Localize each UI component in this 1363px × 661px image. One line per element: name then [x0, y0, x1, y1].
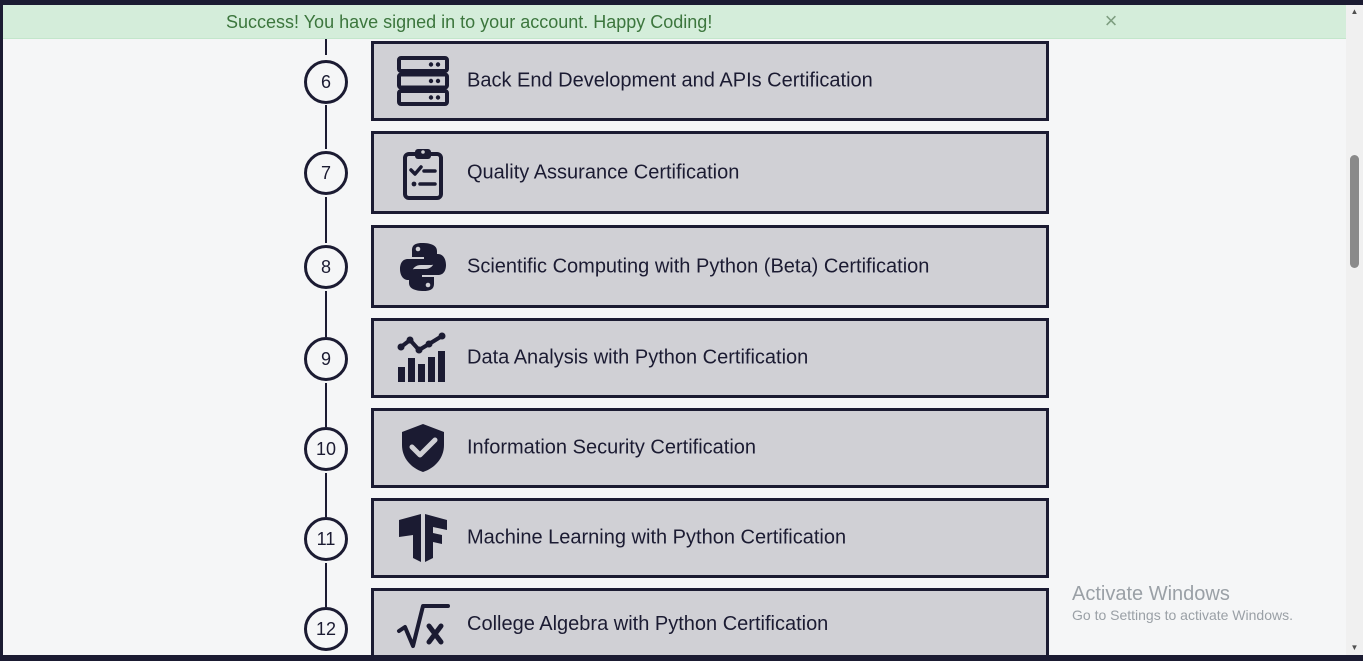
cert-label: Quality Assurance Certification — [467, 161, 740, 183]
step-number-12: 12 — [304, 607, 348, 651]
cert-quality-assurance[interactable]: Quality Assurance Certification — [371, 131, 1049, 214]
cert-information-security[interactable]: Information Security Certification — [371, 408, 1049, 488]
step-number-7: 7 — [304, 151, 348, 195]
cert-back-end-development[interactable]: Back End Development and APIs Certificat… — [371, 41, 1049, 121]
timeline-connector — [325, 197, 327, 243]
cert-label: College Algebra with Python Certificatio… — [467, 613, 829, 635]
scroll-thumb[interactable] — [1350, 155, 1359, 268]
windows-activation-watermark: Activate Windows Go to Settings to activ… — [1072, 582, 1293, 624]
close-icon[interactable]: × — [1100, 9, 1122, 33]
success-alert: Success! You have signed in to your acco… — [3, 5, 1346, 39]
step-number-8: 8 — [304, 245, 348, 289]
cert-scientific-computing-python[interactable]: Scientific Computing with Python (Beta) … — [371, 225, 1049, 308]
watermark-subtitle: Go to Settings to activate Windows. — [1072, 607, 1293, 623]
cert-label: Information Security Certification — [467, 436, 757, 459]
chart-icon — [396, 331, 450, 385]
timeline-connector — [325, 563, 327, 607]
step-number-10: 10 — [304, 427, 348, 471]
clipboard-check-icon — [396, 146, 450, 200]
alert-message: Success! You have signed in to your acco… — [226, 12, 713, 32]
scroll-up-arrow-icon[interactable]: ▲ — [1346, 5, 1363, 19]
sqrt-x-icon — [396, 599, 450, 653]
step-number-6: 6 — [304, 60, 348, 104]
cert-label: Machine Learning with Python Certificati… — [467, 526, 847, 549]
step-number-9: 9 — [304, 337, 348, 381]
cert-label: Back End Development and APIs Certificat… — [467, 69, 873, 92]
cert-machine-learning-python[interactable]: Machine Learning with Python Certificati… — [371, 498, 1049, 578]
watermark-title: Activate Windows — [1072, 583, 1230, 605]
cert-data-analysis-python[interactable]: Data Analysis with Python Certification — [371, 318, 1049, 398]
vertical-scrollbar[interactable]: ▲ ▼ — [1346, 5, 1363, 655]
cert-label: Data Analysis with Python Certification — [467, 346, 809, 369]
tensorflow-icon — [396, 511, 450, 565]
scroll-down-arrow-icon[interactable]: ▼ — [1346, 641, 1363, 655]
timeline-connector — [325, 473, 327, 517]
timeline-connector — [325, 291, 327, 337]
timeline-connector — [325, 105, 327, 149]
python-icon — [396, 240, 450, 294]
cert-college-algebra-python[interactable]: College Algebra with Python Certificatio… — [371, 588, 1049, 655]
shield-check-icon — [396, 421, 450, 475]
step-number-11: 11 — [304, 517, 348, 561]
cert-label: Scientific Computing with Python (Beta) … — [467, 255, 930, 277]
timeline-connector — [325, 383, 327, 427]
page-viewport: Success! You have signed in to your acco… — [3, 5, 1346, 655]
server-icon — [396, 54, 450, 108]
